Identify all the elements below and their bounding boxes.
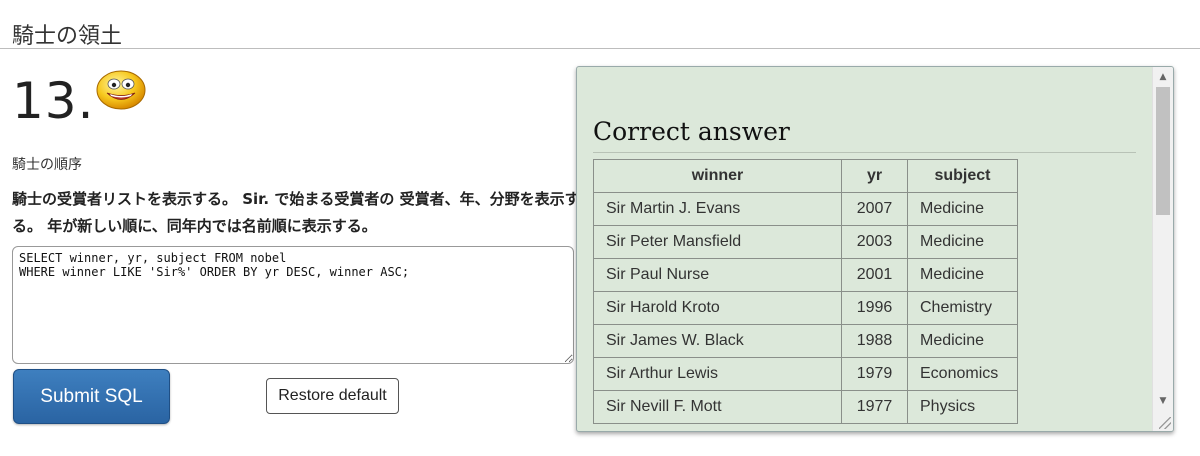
winner-cell: Sir Nevill F. Mott <box>593 390 842 424</box>
year-cell: 1977 <box>841 390 908 424</box>
scroll-up-icon[interactable]: ▲ <box>1153 69 1173 85</box>
year-cell: 2007 <box>841 192 908 226</box>
column-header: winner <box>593 159 842 193</box>
result-table: winner yr subject Sir Martin J. Evans 20… <box>593 159 1018 424</box>
question-number: 13. <box>12 72 95 130</box>
title-divider <box>0 48 1200 49</box>
year-cell: 1988 <box>841 324 908 358</box>
subject-cell: Economics <box>907 357 1018 391</box>
submit-sql-button[interactable]: Submit SQL <box>13 369 170 424</box>
winner-cell: Sir Peter Mansfield <box>593 225 842 259</box>
winner-cell: Sir James W. Black <box>593 324 842 358</box>
correct-answer-panel[interactable]: Correct answer winner yr subject Sir Mar… <box>576 66 1174 432</box>
year-cell: 2003 <box>841 225 908 259</box>
scrollbar-thumb[interactable] <box>1156 87 1170 215</box>
table-row: Sir Martin J. Evans 2007 Medicine <box>593 192 1018 226</box>
winner-cell: Sir Harold Kroto <box>593 291 842 325</box>
scroll-down-icon[interactable]: ▼ <box>1153 393 1173 409</box>
subject-cell: Medicine <box>907 324 1018 358</box>
resize-grip-icon[interactable] <box>1159 417 1171 429</box>
column-header: subject <box>907 159 1018 193</box>
table-row: Sir James W. Black 1988 Medicine <box>593 324 1018 358</box>
subject-cell: Medicine <box>907 225 1018 259</box>
answer-title: Correct answer <box>593 117 790 146</box>
subject-cell: Chemistry <box>907 291 1018 325</box>
answer-divider <box>593 152 1136 153</box>
winner-cell: Sir Paul Nurse <box>593 258 842 292</box>
table-header-row: winner yr subject <box>593 159 1018 193</box>
column-header: yr <box>841 159 908 193</box>
subject-cell: Medicine <box>907 192 1018 226</box>
winner-cell: Sir Arthur Lewis <box>593 357 842 391</box>
table-row: Sir Harold Kroto 1996 Chemistry <box>593 291 1018 325</box>
restore-default-button[interactable]: Restore default <box>266 378 399 414</box>
table-row: Sir Paul Nurse 2001 Medicine <box>593 258 1018 292</box>
subject-cell: Physics <box>907 390 1018 424</box>
question-subtitle: 騎士の順序 <box>12 157 82 173</box>
year-cell: 1979 <box>841 357 908 391</box>
smiley-face-icon <box>96 70 146 110</box>
year-cell: 1996 <box>841 291 908 325</box>
page-title: 騎士の領土 <box>12 24 123 49</box>
subject-cell: Medicine <box>907 258 1018 292</box>
answer-scrollbar[interactable]: ▲ ▼ <box>1152 67 1173 431</box>
question-instructions: 騎士の受賞者リストを表示する。 Sir. で始まる受賞者の 受賞者、年、分野を表… <box>12 190 580 235</box>
sql-editor[interactable] <box>12 246 574 364</box>
table-row: Sir Arthur Lewis 1979 Economics <box>593 357 1018 391</box>
table-row: Sir Nevill F. Mott 1977 Physics <box>593 390 1018 424</box>
table-row: Sir Peter Mansfield 2003 Medicine <box>593 225 1018 259</box>
winner-cell: Sir Martin J. Evans <box>593 192 842 226</box>
year-cell: 2001 <box>841 258 908 292</box>
